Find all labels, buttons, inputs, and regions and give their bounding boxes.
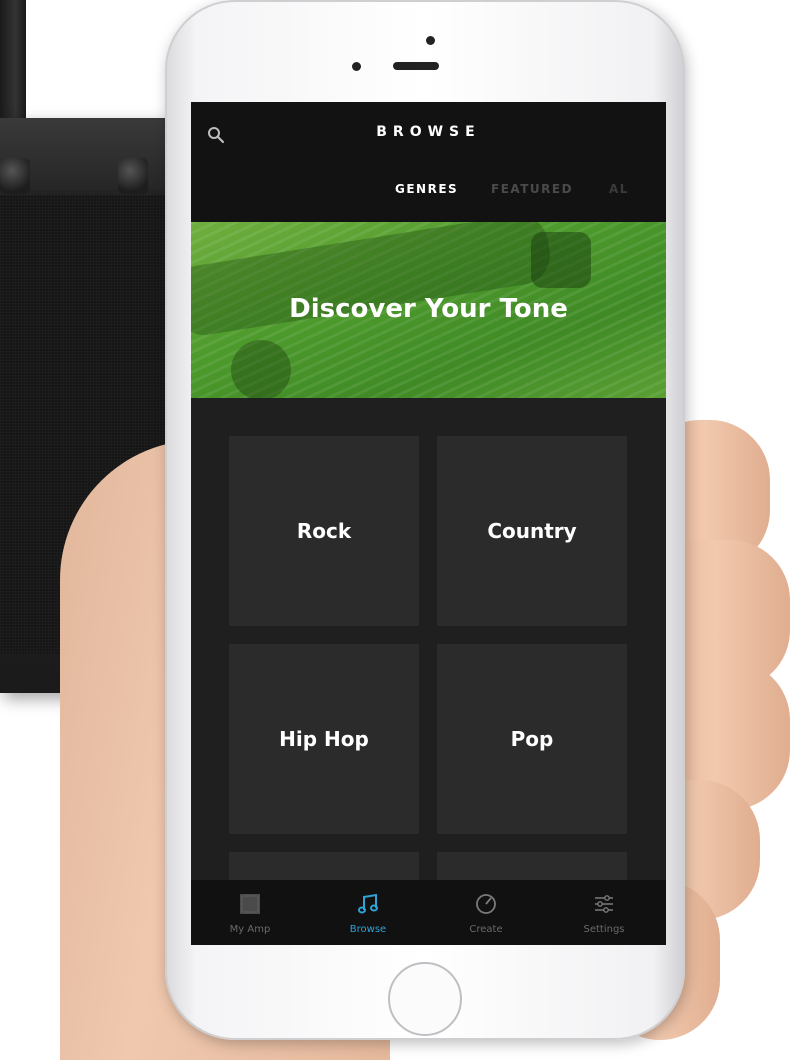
sliders-icon (595, 895, 613, 913)
genre-card-hip-hop[interactable]: Hip Hop (229, 644, 419, 834)
nav-settings[interactable]: Settings (545, 880, 663, 945)
nav-label: Create (469, 924, 503, 935)
genre-label: Pop (510, 727, 554, 751)
app-header: BROWSE GENRES FEATURED AL (191, 102, 666, 222)
tab-genres[interactable]: GENRES (395, 182, 458, 196)
banner-guitar-image (531, 232, 591, 288)
amp-icon (240, 894, 260, 914)
nav-create[interactable]: Create (427, 880, 545, 945)
home-button[interactable] (388, 962, 462, 1036)
amp-knob (118, 158, 148, 194)
music-note-icon (358, 893, 378, 914)
earpiece-speaker (393, 62, 439, 70)
genre-label: Country (487, 519, 577, 543)
bottom-nav: My Amp Browse Create Settings (191, 880, 666, 945)
amp-handle (0, 0, 26, 122)
page-title: BROWSE (376, 124, 481, 140)
nav-my-amp[interactable]: My Amp (191, 880, 309, 945)
banner-guitar-image (231, 340, 291, 398)
genre-label: Hip Hop (279, 727, 369, 751)
tab-featured[interactable]: FEATURED (491, 182, 573, 196)
banner-title: Discover Your Tone (289, 294, 568, 324)
nav-browse[interactable]: Browse (309, 880, 427, 945)
genre-card-country[interactable]: Country (437, 436, 627, 626)
amp-knob (0, 158, 30, 194)
genre-card-pop[interactable]: Pop (437, 644, 627, 834)
genre-label: Rock (296, 519, 352, 543)
nav-label: Browse (349, 924, 387, 935)
featured-banner[interactable]: Discover Your Tone (191, 222, 666, 398)
front-camera (426, 36, 435, 45)
tab-bar: GENRES FEATURED AL (191, 182, 666, 202)
genre-card-rock[interactable]: Rock (229, 436, 419, 626)
tab-all[interactable]: AL (609, 182, 629, 196)
dial-icon (476, 894, 496, 914)
proximity-sensor (352, 62, 361, 71)
nav-label: My Amp (229, 924, 271, 935)
nav-label: Settings (583, 924, 625, 935)
app-screen: BROWSE GENRES FEATURED AL Discover Your … (191, 102, 666, 945)
